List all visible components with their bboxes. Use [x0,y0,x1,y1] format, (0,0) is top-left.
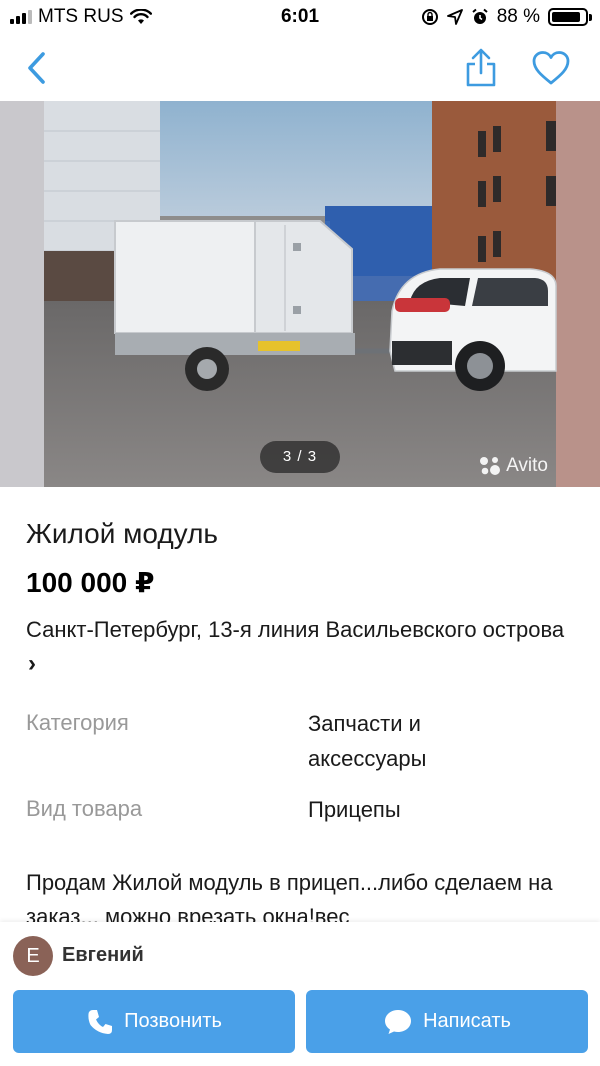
param-value-type: Прицепы [308,797,401,822]
param-label-type: Вид товара [26,796,143,821]
battery-level [552,12,581,22]
share-button[interactable] [459,46,503,90]
status-right: 88 % [421,6,592,28]
contact-panel: E Евгений Позвонить Написать [0,922,600,1066]
rotation-lock-icon [421,9,438,25]
avito-watermark: Avito [478,455,548,477]
status-bar: MTS RUS 6:01 88 % [0,0,600,34]
listing-price: 100 000 ₽ [26,567,155,598]
avatar[interactable]: E [13,936,53,976]
back-chevron-icon [28,52,45,84]
battery-icon [548,8,592,26]
back-button[interactable] [14,46,58,90]
photo-image [0,101,600,487]
alarm-icon [472,8,488,24]
listing-address-link[interactable]: Санкт-Петербург, 13-я линия Васильевског… [26,613,576,681]
battery-percent: 88 % [496,6,540,27]
param-value-category: Запчасти и аксессуары [308,711,427,771]
call-button-label: Позвонить [124,1010,222,1032]
navigation-bar [0,34,600,100]
call-button[interactable]: Позвонить [13,990,295,1053]
phone-icon [88,1009,113,1034]
listing-title: Жилой модуль [26,518,218,549]
message-button-label: Написать [423,1010,511,1032]
favorite-button[interactable] [529,46,573,90]
message-button[interactable]: Написать [306,990,588,1053]
heart-icon [532,51,570,85]
chat-bubble-icon [385,1009,412,1034]
avito-logo-icon [480,457,501,475]
listing-description: Продам Жилой модуль в прицеп...либо сдел… [26,870,553,922]
listing-photo[interactable] [0,101,600,487]
param-label-category: Категория [26,710,129,735]
chevron-right-icon: › [28,650,36,677]
share-icon [466,48,496,87]
watermark-text: Avito [506,455,548,476]
seller-name[interactable]: Евгений [62,944,144,967]
address-text: Санкт-Петербург, 13-я линия Васильевског… [26,617,565,642]
location-icon [446,9,463,25]
photo-counter: 3 / 3 [260,441,340,473]
